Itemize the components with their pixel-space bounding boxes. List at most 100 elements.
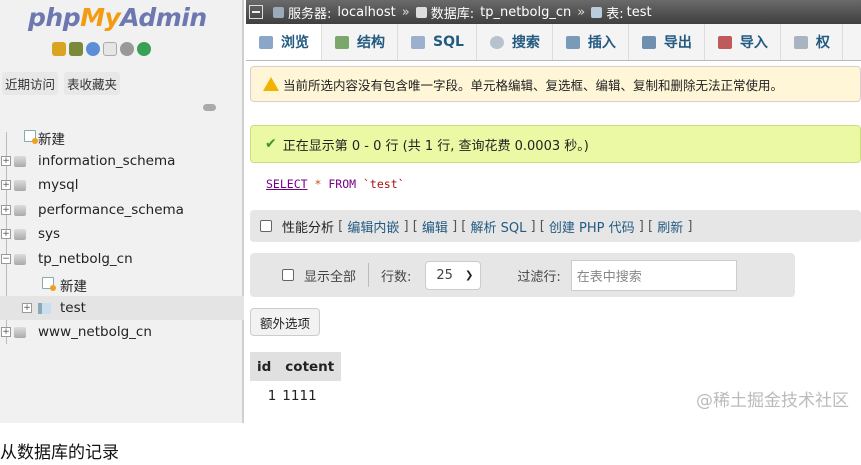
tree-db-label: performance_schema [38, 201, 184, 218]
tree-db-label: sys [38, 226, 61, 242]
column-header-cotent[interactable]: cotent [278, 352, 342, 381]
logo-my: My [80, 3, 121, 32]
logout-icon[interactable] [69, 42, 83, 56]
expand-icon[interactable]: + [1, 155, 11, 166]
breadcrumb-server[interactable]: localhost [337, 5, 395, 20]
database-icon [415, 6, 427, 18]
reload-icon[interactable] [137, 42, 151, 56]
tree-db-www-netbolg-cn[interactable]: + www_netbolg_cn [0, 320, 244, 345]
tree-db-label: www_netbolg_cn [38, 324, 152, 340]
tab-label: SQL [433, 34, 464, 50]
link-create-php[interactable]: 创建 PHP 代码 [549, 217, 635, 236]
tree-table-test[interactable]: + test [0, 295, 244, 320]
tab-label: 导出 [663, 35, 692, 51]
breadcrumb: 服务器: localhost » 数据库: tp_netbolg_cn » 表:… [246, 0, 861, 24]
cell-id: 1 [250, 381, 279, 410]
link-refresh[interactable]: 刷新 [657, 217, 683, 236]
bracket: [ [334, 218, 348, 234]
database-icon [14, 204, 26, 216]
tab-search[interactable]: 搜索 [477, 24, 553, 60]
sql-query: SELECT * FROM `test` [266, 177, 405, 191]
column-header-id[interactable]: id [250, 352, 279, 381]
tab-export[interactable]: 导出 [629, 24, 705, 60]
privileges-icon [793, 35, 808, 49]
chevron-down-icon: ❯ [465, 269, 474, 281]
link-edit[interactable]: 编辑 [422, 217, 448, 236]
warning-text: 当前所选内容没有包含唯一字段。单元格编辑、复选框、编辑、复制和删除无法正常使用。 [283, 77, 784, 93]
link-explain-sql[interactable]: 解析 SQL [470, 217, 526, 236]
tree-db-mysql[interactable]: + mysql [0, 173, 244, 198]
rows-label: 行数: [381, 269, 412, 285]
tree-db-performance-schema[interactable]: + performance_schema [0, 198, 244, 223]
table-icon [38, 302, 51, 314]
breadcrumb-separator: » [401, 4, 410, 20]
tab-favorites[interactable]: 表收藏夹 [64, 72, 121, 95]
tab-label: 插入 [587, 35, 616, 51]
show-all-checkbox[interactable] [282, 269, 294, 281]
tab-sql[interactable]: SQL [398, 24, 477, 60]
search-icon [489, 35, 504, 49]
link-edit-inline[interactable]: 编辑内嵌 [347, 217, 399, 236]
breadcrumb-table[interactable]: test [627, 5, 652, 20]
expand-icon[interactable]: + [1, 204, 11, 215]
tree-child-new-label: 新建 [60, 279, 87, 295]
phpmyadmin-screenshot: phpMyAdmin 近期访问 表收藏夹 新建 + information_sc… [0, 0, 861, 423]
success-message: ✔ 正在显示第 0 - 0 行 (共 1 行, 查询花费 0.0003 秒。) [250, 125, 861, 163]
warning-icon [263, 77, 279, 91]
link-with-main-icon[interactable] [203, 104, 216, 111]
tab-label: 浏览 [281, 35, 309, 51]
phpmyadmin-logo[interactable]: phpMyAdmin [28, 3, 207, 32]
expand-icon[interactable]: + [1, 327, 11, 337]
profiling-checkbox[interactable] [260, 220, 272, 232]
tab-structure[interactable]: 结构 [322, 24, 398, 60]
settings-icon[interactable] [120, 42, 134, 56]
tab-privileges[interactable]: 权 [781, 24, 843, 60]
breadcrumb-db-label: 数据库: [430, 6, 475, 22]
results-table: id cotent 1 1111 [250, 352, 342, 410]
collapse-panel-icon[interactable] [249, 5, 263, 19]
extra-options-label: 额外选项 [260, 315, 311, 331]
extra-options-button[interactable]: 额外选项 [250, 308, 321, 336]
database-tree: 新建 + information_schema + mysql + perfor… [0, 124, 244, 345]
new-icon [24, 130, 38, 144]
expand-icon[interactable]: + [22, 302, 32, 313]
expand-icon[interactable]: + [1, 180, 11, 190]
tree-table-label: test [60, 299, 86, 316]
tab-label: 权 [815, 35, 830, 51]
tree-child-new[interactable]: 新建 [0, 271, 244, 296]
bracket: ] [ [634, 218, 658, 234]
breadcrumb-db[interactable]: tp_netbolg_cn [480, 5, 571, 20]
new-table-icon [42, 277, 56, 291]
collapse-icon[interactable]: − [1, 253, 11, 264]
rows-select[interactable]: 25 ❯ [425, 260, 482, 290]
sql-star: * [314, 177, 322, 191]
tab-recent[interactable]: 近期访问 [2, 72, 59, 95]
tree-new[interactable]: 新建 [0, 124, 244, 149]
expand-icon[interactable]: + [1, 229, 11, 239]
logo-admin: Admin [120, 3, 207, 32]
bracket: ] [ [447, 218, 471, 234]
tree-db-tp-netbolg-cn[interactable]: − tp_netbolg_cn [0, 247, 244, 272]
sql-keyword-select[interactable]: SELECT [266, 177, 308, 191]
table-row: 1 1111 [250, 381, 342, 410]
filter-input[interactable]: 在表中搜索 [570, 259, 737, 291]
tab-browse[interactable]: 浏览 [246, 24, 322, 60]
docs-icon[interactable] [103, 42, 117, 56]
divider [368, 263, 370, 287]
warning-message: 当前所选内容没有包含唯一字段。单元格编辑、复选框、编辑、复制和删除无法正常使用。 [250, 66, 861, 102]
show-all-label: 显示全部 [304, 269, 357, 285]
sql-keyword-from: FROM [328, 177, 357, 191]
home-icon[interactable] [52, 42, 66, 56]
tab-label: 结构 [357, 35, 385, 51]
profiling-label: 性能分析 [282, 220, 335, 236]
main-panel: 服务器: localhost » 数据库: tp_netbolg_cn » 表:… [246, 0, 861, 423]
help-icon[interactable] [86, 42, 100, 56]
tab-bar: 浏览 结构 SQL 搜索 插入 导出 导入 权 [246, 24, 861, 61]
tab-insert[interactable]: 插入 [553, 24, 629, 60]
tree-db-information-schema[interactable]: + information_schema [0, 149, 244, 174]
quick-icons [52, 42, 151, 56]
watermark: @稀土掘金技术社区 [696, 391, 849, 411]
database-icon [14, 180, 26, 191]
tree-db-sys[interactable]: + sys [0, 222, 244, 247]
tab-import[interactable]: 导入 [705, 24, 781, 60]
